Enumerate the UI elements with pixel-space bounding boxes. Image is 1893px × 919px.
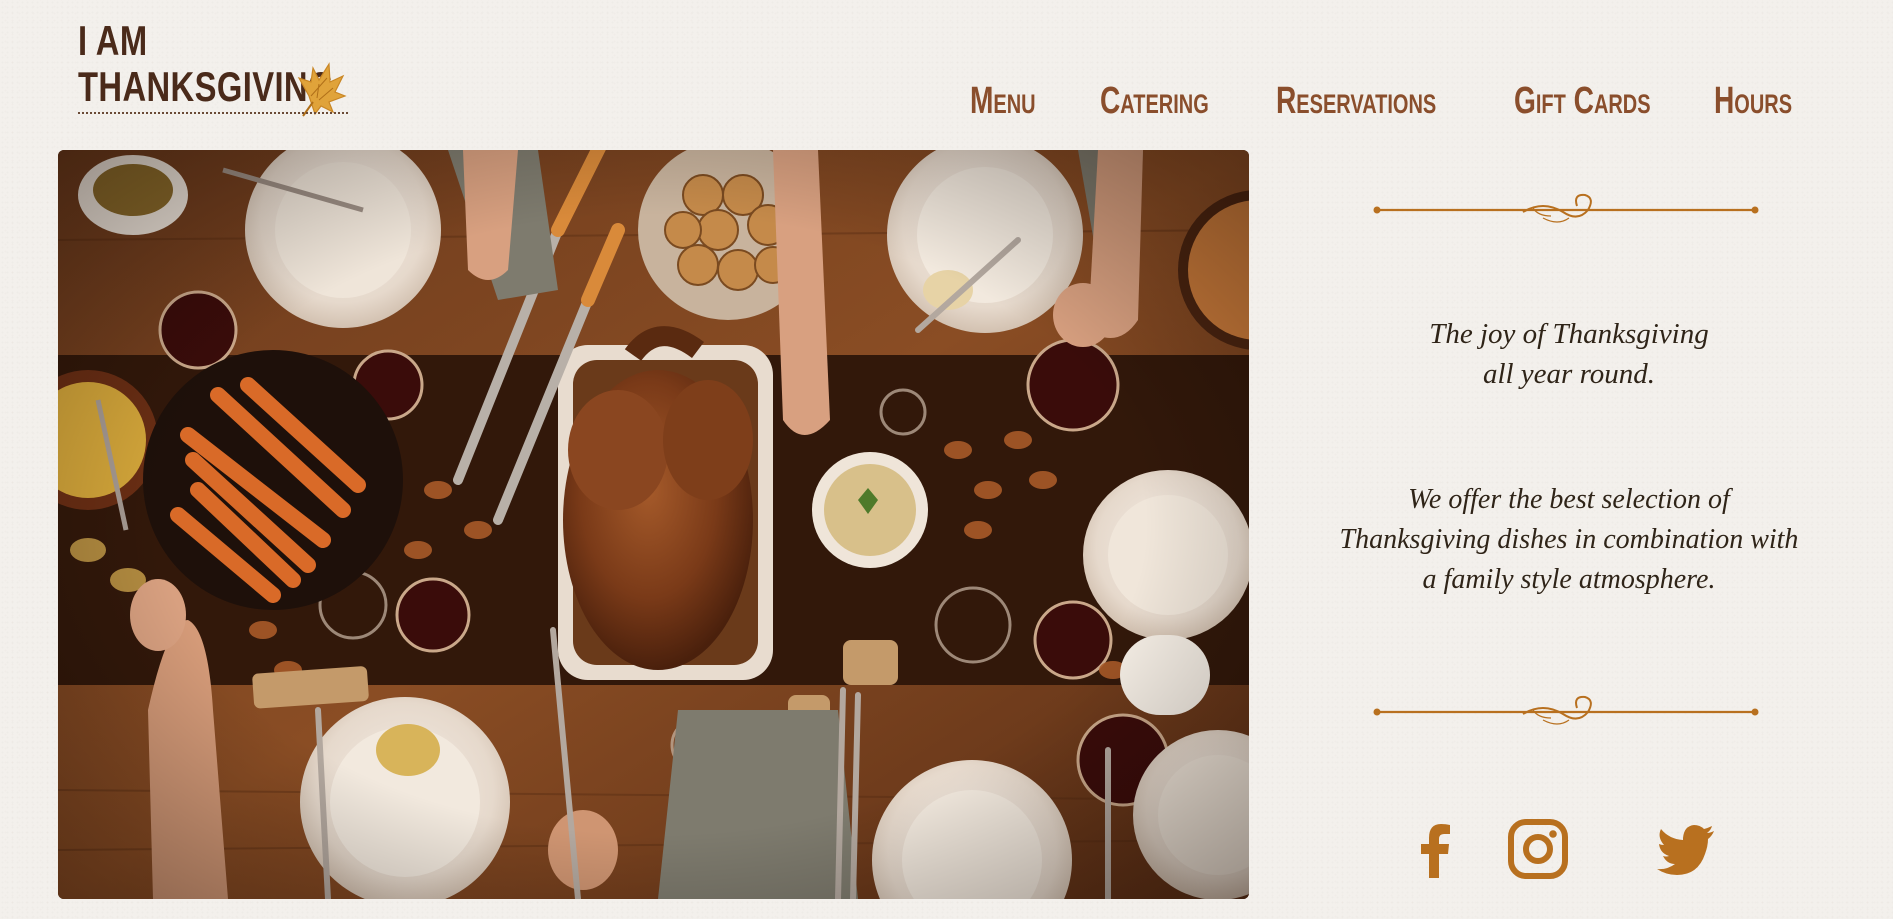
nav-gift-cards[interactable]: Gift Cards xyxy=(1514,78,1651,124)
tagline-line-1: The joy of Thanksgiving xyxy=(1429,318,1709,350)
nav-menu[interactable]: Menu xyxy=(970,78,1036,124)
description-line-1: We offer the best selection of xyxy=(1408,484,1730,515)
twitter-icon[interactable] xyxy=(1652,814,1722,884)
tagline-line-2: all year round. xyxy=(1482,358,1656,390)
hero-image xyxy=(58,150,1249,899)
nav-reservations[interactable]: Reservations xyxy=(1276,78,1436,124)
tagline: The joy of Thanksgiving all year round. xyxy=(1289,314,1849,394)
info-panel: The joy of Thanksgiving all year round. … xyxy=(1249,150,1893,919)
ornamental-divider-icon xyxy=(1373,193,1759,223)
ornamental-divider-icon xyxy=(1373,695,1759,725)
description: We offer the best selection of Thanksgiv… xyxy=(1289,480,1849,600)
nav-hours[interactable]: Hours xyxy=(1714,78,1792,124)
description-line-2: Thanksgiving dishes in combination with xyxy=(1339,524,1799,555)
main-nav: Menu Catering Reservations Gift Cards Ho… xyxy=(0,78,1893,124)
facebook-icon[interactable] xyxy=(1401,814,1471,884)
nav-catering[interactable]: Catering xyxy=(1100,78,1209,124)
brand-line-1: I AM xyxy=(78,17,148,64)
thanksgiving-table-photo xyxy=(58,150,1249,899)
description-line-3: a family style atmosphere. xyxy=(1422,564,1716,595)
instagram-icon[interactable] xyxy=(1503,814,1573,884)
